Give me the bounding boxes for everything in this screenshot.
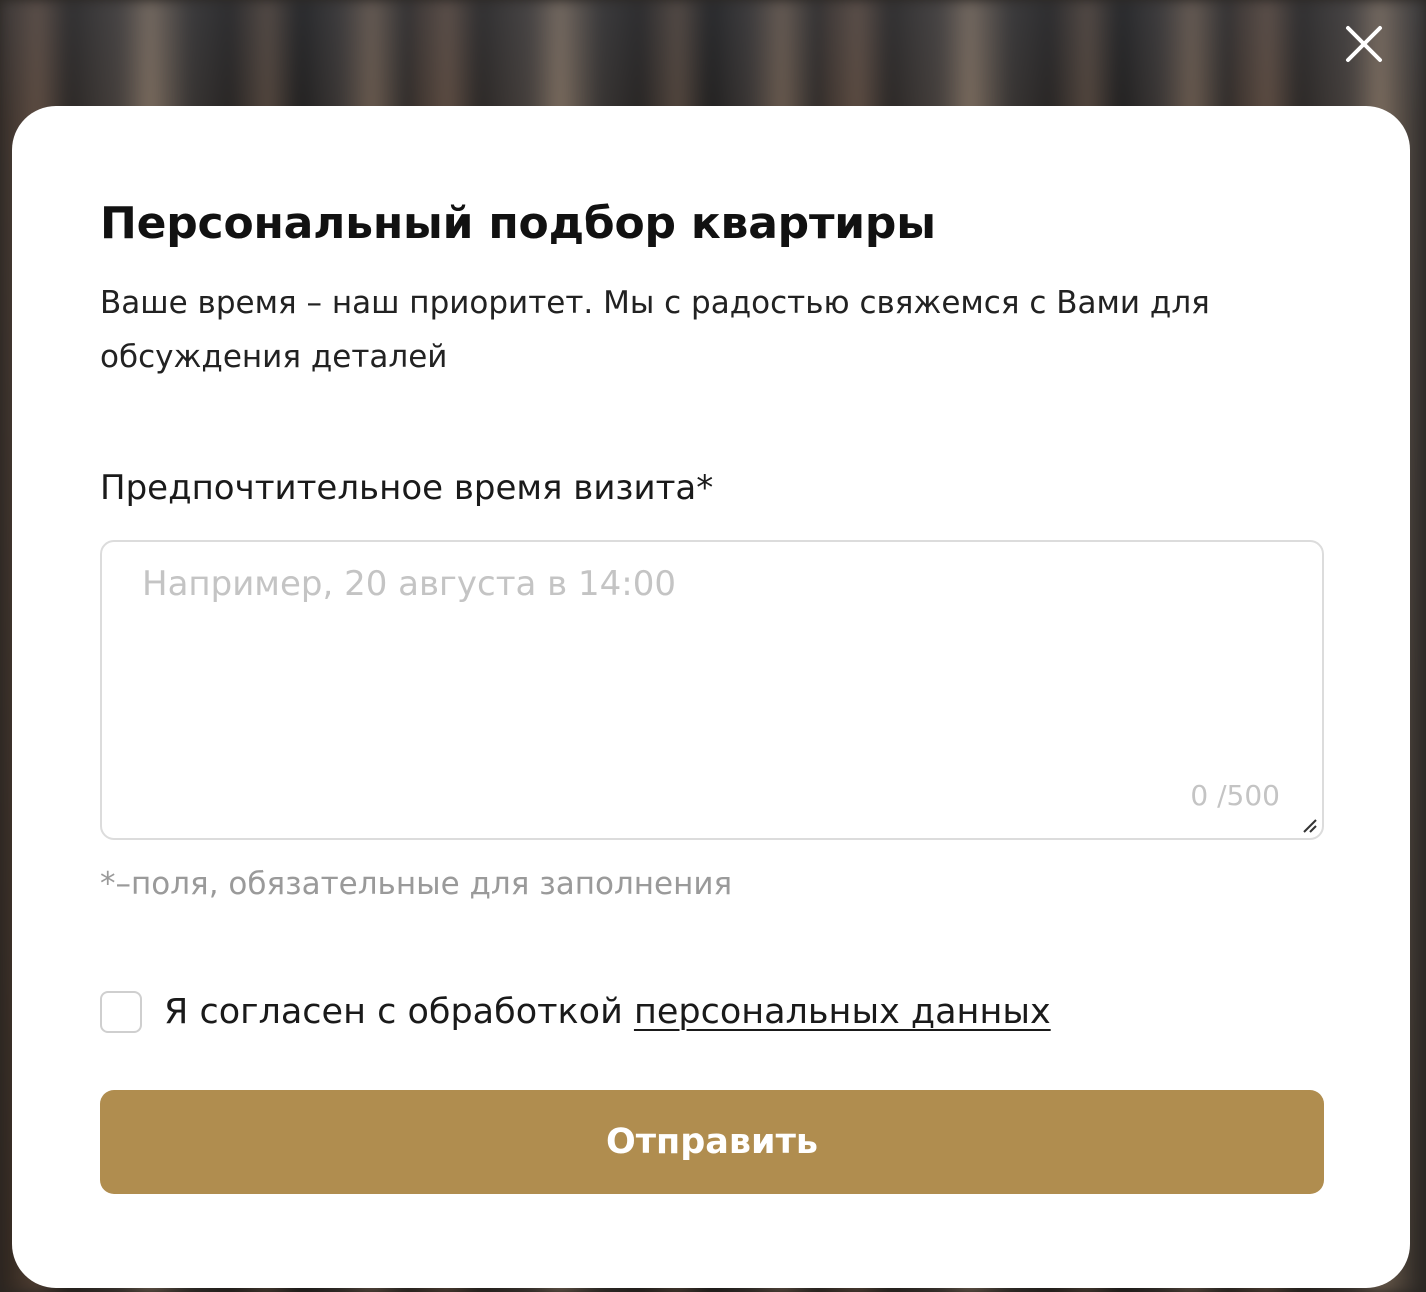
consent-row: Я согласен с обработкой персональных дан… — [100, 988, 1322, 1036]
consent-checkbox[interactable] — [100, 991, 142, 1033]
personal-data-link[interactable]: персональных данных — [634, 992, 1051, 1032]
modal-title: Персональный подбор квартиры — [100, 198, 936, 249]
close-icon — [1346, 26, 1382, 62]
modal-subtitle: Ваше время – наш приоритет. Мы с радость… — [100, 285, 1210, 375]
visit-time-input[interactable] — [102, 542, 1322, 838]
character-counter: 0 /500 — [1190, 779, 1280, 812]
visit-time-field: 0 /500 — [100, 540, 1324, 840]
resize-handle-icon[interactable] — [1300, 816, 1318, 834]
consent-text: Я согласен с обработкой — [164, 992, 634, 1032]
consent-label: Я согласен с обработкой персональных дан… — [164, 988, 1051, 1036]
required-fields-note: *–поля, обязательные для заполнения — [100, 866, 733, 902]
close-button[interactable] — [1342, 22, 1386, 66]
submit-button[interactable]: Отправить — [100, 1090, 1324, 1194]
apartment-selection-modal: Персональный подбор квартиры Ваше время … — [12, 106, 1410, 1288]
visit-time-label: Предпочтительное время визита* — [100, 468, 714, 508]
